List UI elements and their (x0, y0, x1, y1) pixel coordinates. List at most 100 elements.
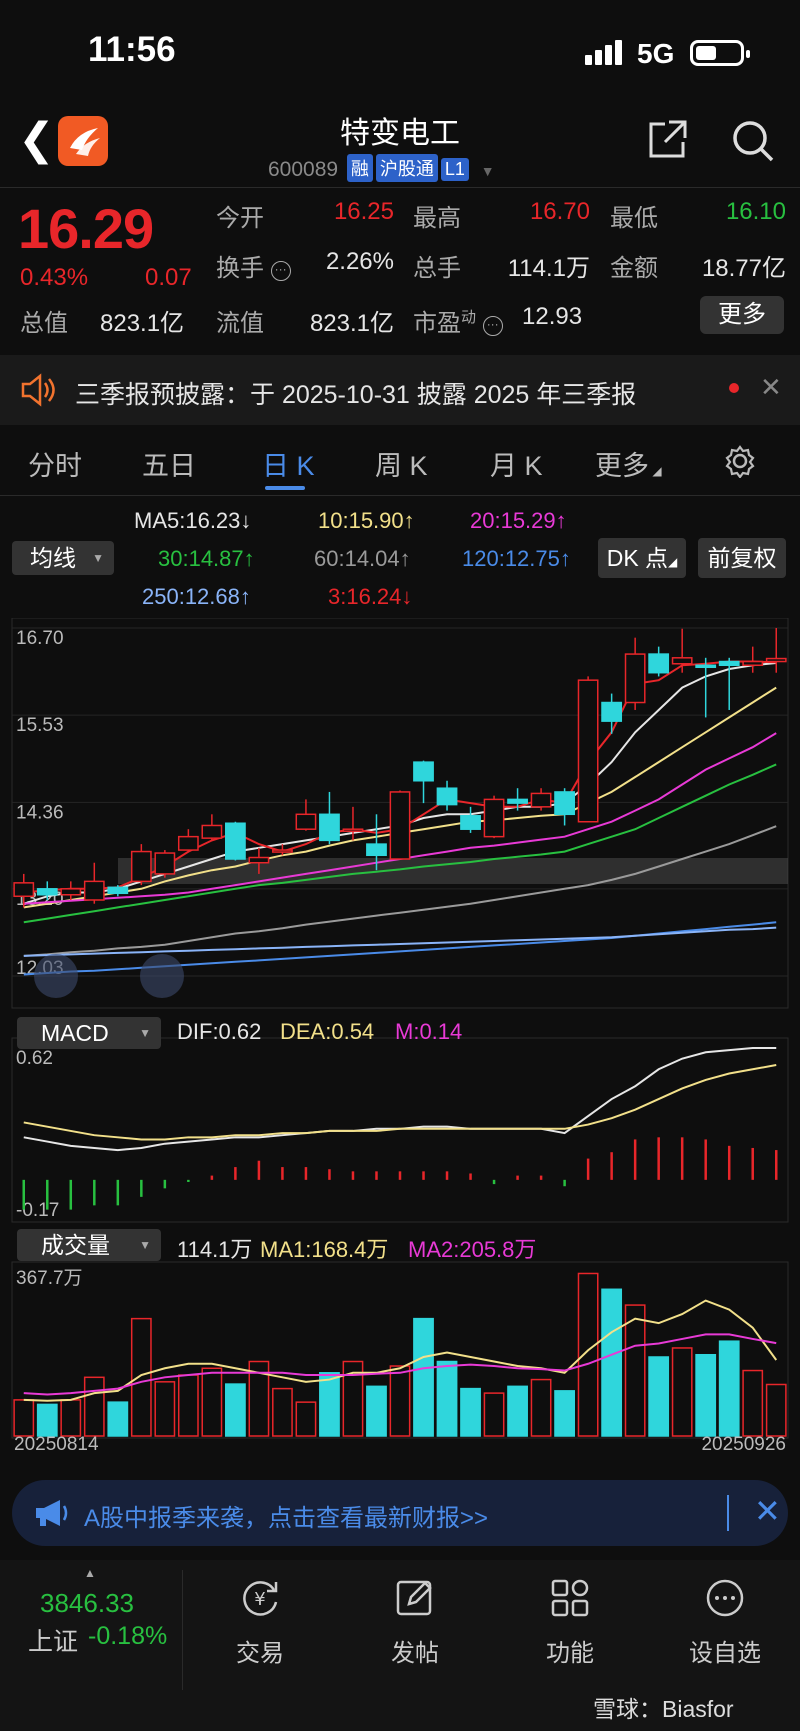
trade-icon: ¥ (243, 1581, 278, 1616)
candlestick (507, 798, 528, 804)
volume-select[interactable]: 成交量 ▼ (17, 1229, 161, 1261)
volume-bar (601, 1288, 623, 1437)
dea-line (23, 1064, 777, 1141)
active-tab-indicator (265, 486, 305, 490)
end-date-label: 20250926 (701, 1434, 786, 1454)
volume-bar (130, 1317, 152, 1437)
close-icon[interactable]: ✕ (760, 372, 782, 403)
post-button[interactable]: 发帖 (335, 1560, 495, 1668)
volume-bar (577, 1272, 599, 1437)
search-icon[interactable] (730, 118, 776, 164)
notice-banner[interactable]: 三季报预披露：于 2025-10-31 披露 2025 年三季报 (0, 355, 800, 425)
ma5-label: MA5:16.23↓ (134, 508, 252, 533)
support-zone-band (118, 858, 788, 884)
candlestick (201, 824, 223, 839)
pe-value: 12.93 (522, 303, 583, 330)
tab-monthly-k[interactable]: 月 K (490, 444, 543, 483)
signal-icon (585, 40, 625, 65)
candlestick (342, 828, 364, 832)
candlestick (248, 856, 270, 864)
watermark: 雪球：Biasfor (593, 1696, 734, 1722)
candlestick (130, 850, 152, 883)
chevron-down-icon[interactable]: ▼ (481, 163, 495, 179)
volume-bar (201, 1367, 223, 1437)
info-icon[interactable]: ··· (270, 261, 291, 281)
share-icon[interactable] (645, 118, 689, 162)
index-name[interactable]: 上证 (28, 1622, 78, 1658)
candlestick (671, 657, 693, 665)
low-label: 最低 (610, 205, 658, 232)
macd-axis-top: 0.62 (16, 1048, 53, 1069)
dea-label: DEA:0.54 (280, 1019, 375, 1044)
apps-button[interactable]: 功能 (490, 1560, 650, 1668)
notice-text: 三季报预披露：于 2025-10-31 披露 2025 年三季报 (75, 381, 637, 409)
tab-intraday[interactable]: 分时 (28, 444, 82, 483)
tab-weekly-k[interactable]: 周 K (375, 444, 428, 483)
candlestick (107, 886, 129, 895)
volume-bar (671, 1347, 693, 1437)
chevron-up-icon: ▲ (84, 1566, 96, 1580)
candlestick (154, 852, 176, 875)
tab-five-day[interactable]: 五日 (142, 444, 196, 483)
open-value: 16.25 (333, 198, 394, 225)
dk-point-button[interactable]: DK 点◢ (598, 538, 686, 578)
index-percent[interactable]: -0.18% (88, 1622, 167, 1651)
more-button[interactable]: 更多 (700, 296, 784, 334)
stock-header: ❮ 特变电工 600089 融沪股通 L1 ▼ (0, 100, 800, 188)
volume-bar (742, 1369, 764, 1437)
ma30-label: 30:14.87↑ (158, 546, 255, 571)
candlestick (718, 660, 740, 667)
float-value-label: 流值 (216, 310, 264, 337)
divider (727, 1495, 729, 1531)
volume-bar (436, 1360, 458, 1437)
candlestick (483, 798, 505, 838)
quote-panel: 16.29 0.43% 0.07 总值 823.1亿 今开 16.25 最高 1… (0, 190, 800, 340)
watchlist-icon (706, 1579, 744, 1617)
candlestick (83, 880, 105, 901)
close-icon[interactable]: ✕ (754, 1492, 781, 1530)
tab-daily-k[interactable]: 日 K (262, 444, 315, 483)
watchlist-button[interactable]: 设自选 (645, 1560, 800, 1668)
price-tick-label: 14.36 (16, 802, 64, 823)
network-label: 5G (637, 38, 675, 69)
amount-value: 18.77亿 (701, 255, 786, 282)
candlestick (460, 815, 481, 830)
volume-bar (319, 1372, 340, 1437)
tab-more[interactable]: 更多 ◢ (595, 444, 662, 483)
volume-value: 114.1万 (507, 255, 590, 282)
candlestick (60, 888, 82, 896)
volume-bar (507, 1385, 528, 1437)
ma-select[interactable]: 均线 ▼ (12, 541, 114, 575)
ma10-label: 10:15.90↑ (318, 508, 415, 533)
vol-ma2-label: MA2:205.8万 (408, 1237, 537, 1262)
post-icon (396, 1580, 432, 1616)
volume-bar (295, 1401, 317, 1437)
gear-icon[interactable] (723, 444, 757, 478)
change-amount: 0.07 (145, 264, 192, 291)
trade-button[interactable]: ¥ 交易 (180, 1560, 340, 1668)
total-value: 823.1亿 (100, 310, 185, 337)
adjust-button[interactable]: 前复权 (698, 538, 786, 578)
candlestick (648, 653, 670, 674)
speaker-icon (21, 373, 55, 407)
price-tick-label: 15.53 (16, 715, 64, 736)
candlestick (413, 761, 434, 782)
price-tick-label: 16.70 (16, 628, 64, 649)
stock-code: 600089 (268, 158, 339, 181)
volume-bar (107, 1401, 129, 1437)
volume-bar (225, 1383, 246, 1437)
turnover-label: 换手 ··· (216, 248, 291, 283)
ma120-label: 120:12.75↑ (462, 546, 571, 571)
macd-select[interactable]: MACD ▼ (17, 1017, 161, 1049)
change-percent: 0.43% (20, 264, 89, 291)
volume-bar (272, 1387, 293, 1437)
status-bar: 11:56 5G (0, 0, 800, 100)
earnings-tip-banner[interactable]: A股中报季来袭，点击查看最新财报>> ✕ (12, 1480, 788, 1546)
connect-tag: 沪股通 (375, 154, 438, 182)
margin-tag: 融 (346, 154, 373, 182)
index-value[interactable]: 3846.33 (40, 1588, 134, 1619)
volume-bar (83, 1376, 105, 1437)
unread-dot (729, 383, 739, 393)
info-icon[interactable]: ··· (482, 316, 503, 336)
battery-icon (690, 40, 750, 66)
